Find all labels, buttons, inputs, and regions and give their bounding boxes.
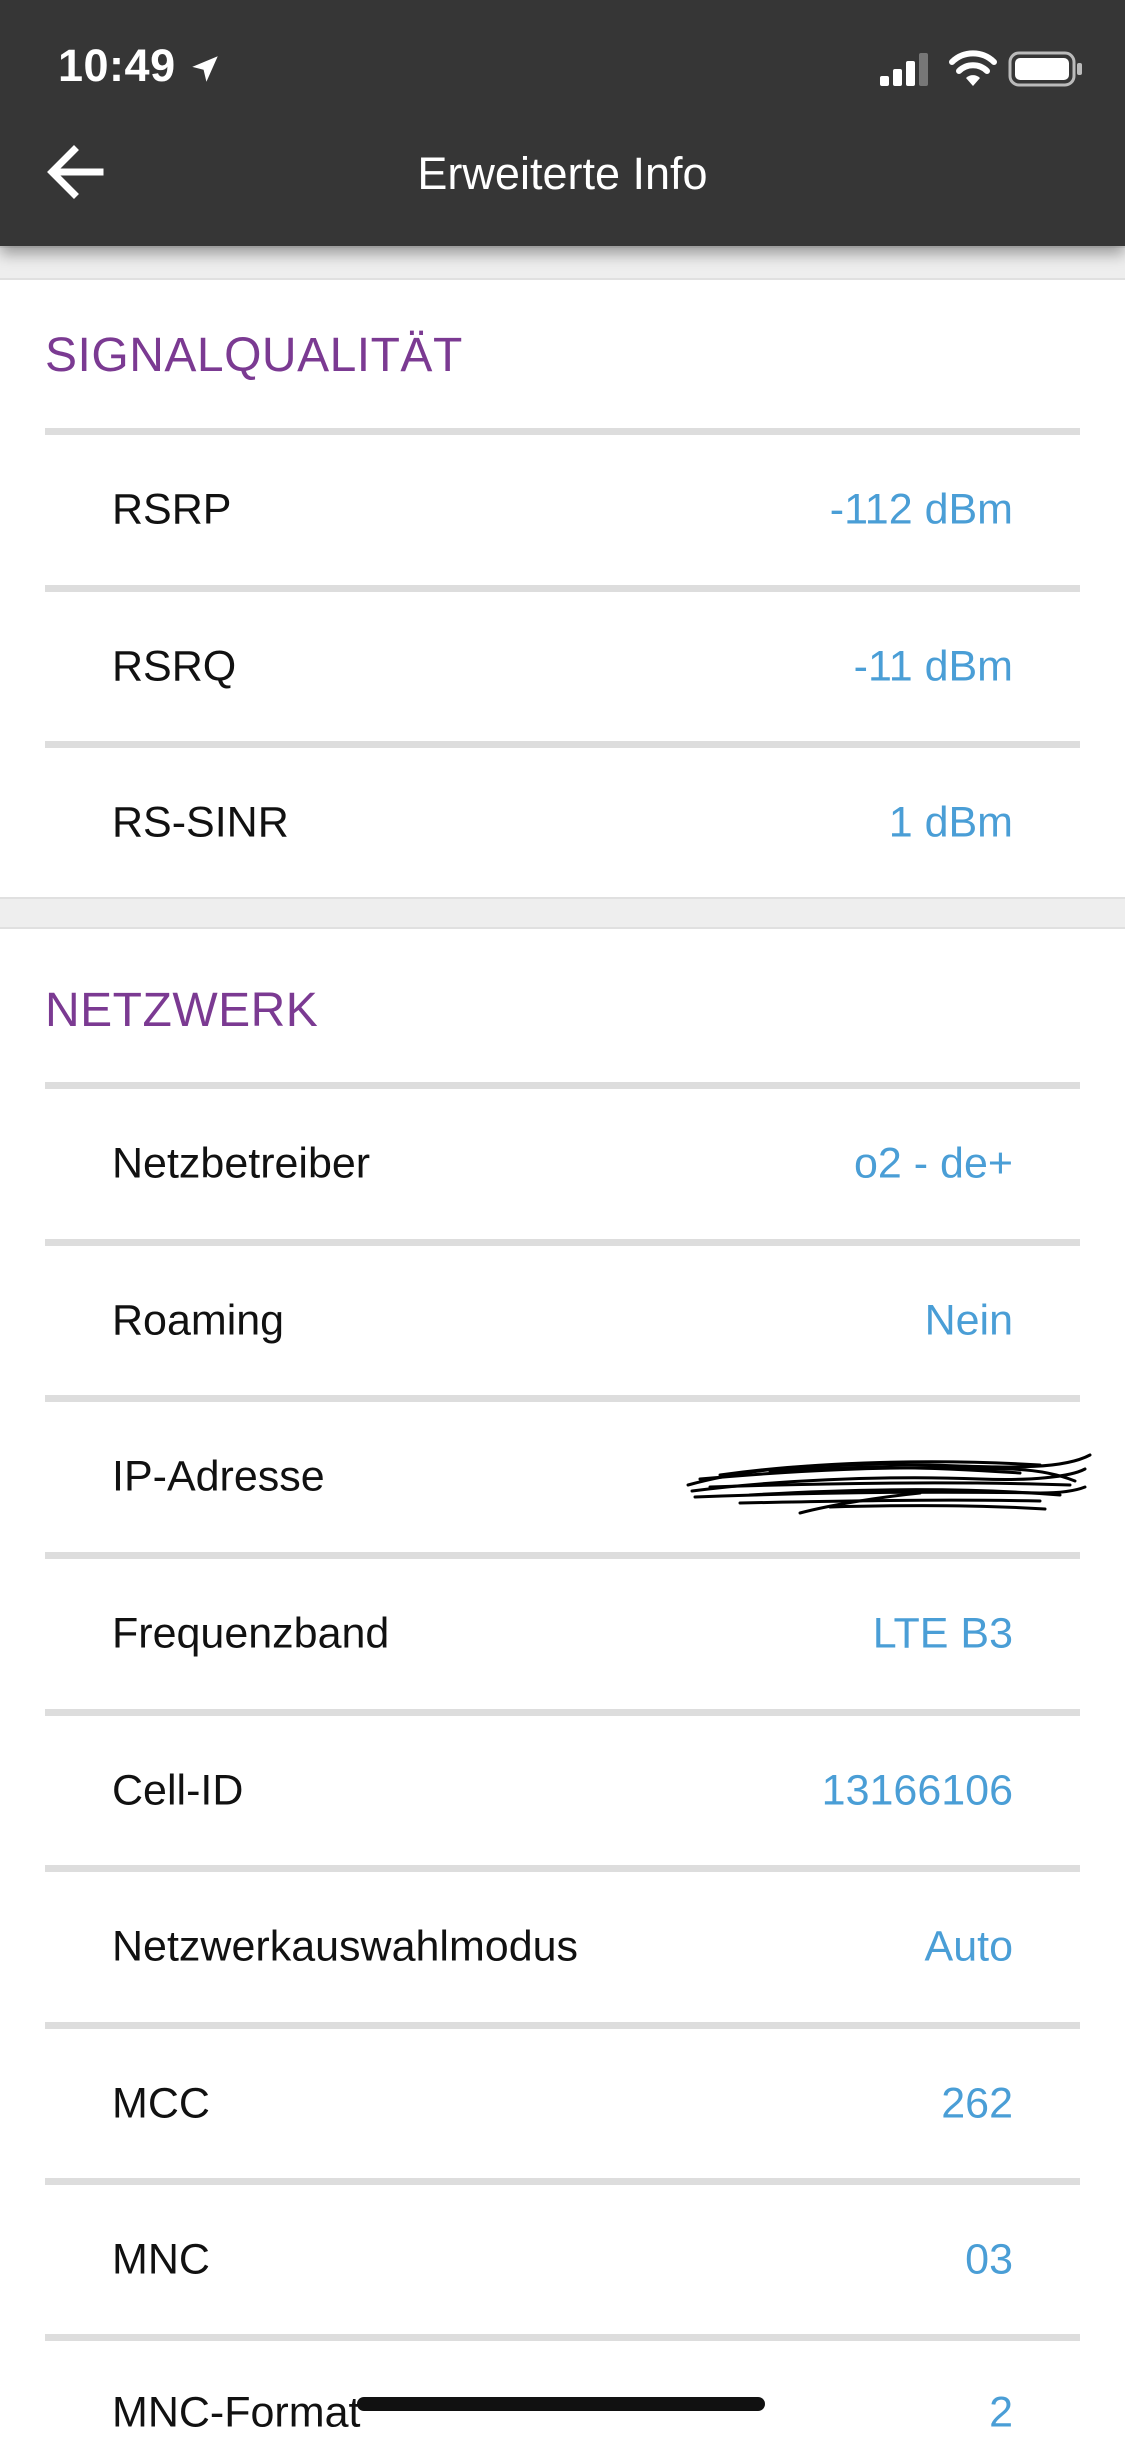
row-value: 13166106 (821, 1766, 1013, 1815)
info-row-mnc: MNC 03 (0, 2185, 1125, 2335)
row-label: MCC (112, 2079, 210, 2128)
row-label: RSRQ (112, 642, 237, 691)
info-row-rsrp: RSRP -112 dBm (0, 435, 1125, 585)
row-label: MNC-Format (112, 2388, 361, 2437)
row-value: LTE B3 (872, 1609, 1013, 1658)
section-separator (0, 897, 1125, 929)
row-label: Cell-ID (112, 1766, 244, 1815)
info-row-cell-id: Cell-ID 13166106 (0, 1716, 1125, 1866)
row-value: 2 (989, 2388, 1013, 2437)
divider (45, 1395, 1080, 1402)
divider (45, 1552, 1080, 1559)
info-row-frequenzband: Frequenzband LTE B3 (0, 1559, 1125, 1709)
row-label: RS-SINR (112, 798, 289, 847)
row-label: RSRP (112, 485, 232, 534)
row-value: 262 (941, 2079, 1013, 2128)
row-value: -112 dBm (829, 485, 1013, 534)
divider (45, 1865, 1080, 1872)
cellular-signal-icon (880, 53, 928, 86)
redaction-scribble (686, 1453, 1092, 1515)
row-value: Auto (924, 1922, 1013, 1971)
divider (45, 2022, 1080, 2029)
row-label: Roaming (112, 1296, 285, 1345)
section-title-netzwerk: NETZWERK (45, 984, 319, 1037)
info-row-mnc-format: MNC-Format 2 (0, 2341, 1125, 2441)
page-title: Erweiterte Info (417, 148, 708, 199)
row-label: Netzwerkauswahlmodus (112, 1922, 579, 1971)
info-row-mcc: MCC 262 (0, 2029, 1125, 2179)
info-row-rs-sinr: RS-SINR 1 dBm (0, 748, 1125, 898)
status-time: 10:49 (58, 40, 176, 91)
divider (45, 1082, 1080, 1089)
home-indicator[interactable] (357, 2397, 765, 2411)
app-header: 10:49 Erweiterte Info (0, 0, 1125, 246)
info-row-netzbetreiber: Netzbetreiber o2 - de+ (0, 1089, 1125, 1239)
divider (45, 741, 1080, 748)
row-label: MNC (112, 2235, 210, 2284)
divider (45, 428, 1080, 435)
divider (45, 1709, 1080, 1716)
info-row-roaming: Roaming Nein (0, 1246, 1125, 1396)
battery-icon (1008, 51, 1082, 87)
divider (45, 585, 1080, 592)
row-value: 03 (965, 2235, 1013, 2284)
divider (45, 2334, 1080, 2341)
info-row-rsrq: RSRQ -11 dBm (0, 592, 1125, 742)
divider (45, 1239, 1080, 1246)
section-separator (0, 246, 1125, 280)
row-label: IP-Adresse (112, 1452, 325, 1501)
row-value: Nein (924, 1296, 1013, 1345)
row-label: Frequenzband (112, 1609, 390, 1658)
row-label: Netzbetreiber (112, 1139, 371, 1188)
section-title-signalqualitaet: SIGNALQUALITÄT (45, 329, 463, 382)
row-value: o2 - de+ (854, 1139, 1013, 1188)
wifi-icon (949, 50, 997, 86)
divider (45, 2178, 1080, 2185)
row-value: 1 dBm (888, 798, 1013, 847)
location-arrow-icon (192, 56, 218, 82)
info-row-netzwerkauswahlmodus: Netzwerkauswahlmodus Auto (0, 1872, 1125, 2022)
row-value: -11 dBm (853, 642, 1013, 691)
